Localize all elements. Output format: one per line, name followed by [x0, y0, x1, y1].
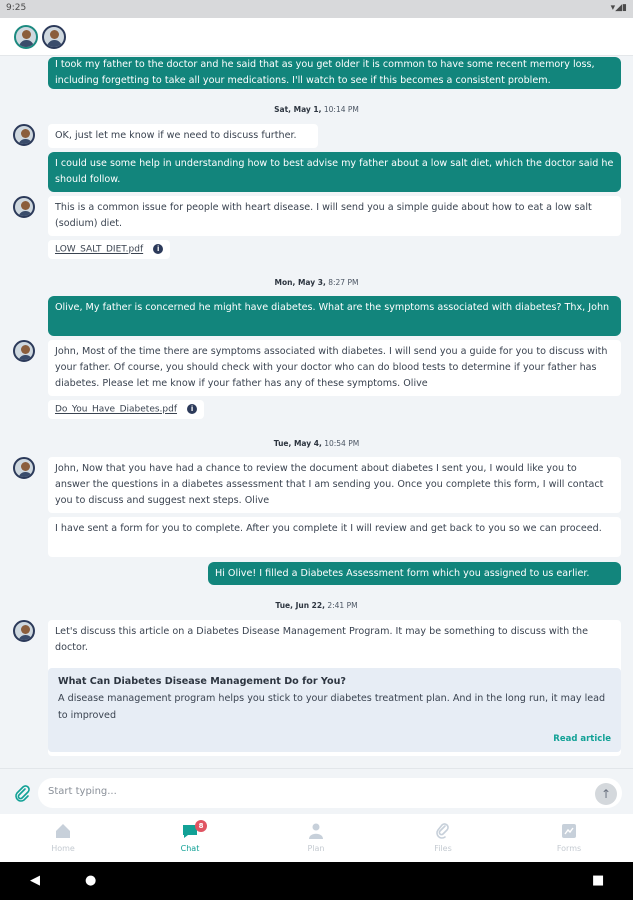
file-attachment[interactable]: Do_You_Have_Diabetes.pdf i [48, 400, 205, 419]
chat-message-outgoing: Olive, My father is concerned he might h… [48, 296, 621, 336]
bottom-tab-bar: Home 8 Chat Plan Files Forms [0, 814, 633, 862]
date-label: Mon, May 3, [274, 278, 326, 287]
forms-icon [560, 822, 578, 840]
arrow-up-icon: ↑ [600, 787, 612, 801]
tab-label: Chat [180, 844, 200, 853]
status-time: 9:25 [6, 3, 27, 13]
back-icon[interactable]: ◀ [30, 873, 40, 888]
date-separator: Mon, May 3, 8:27 PM [0, 278, 633, 287]
time-label: 8:27 PM [325, 278, 359, 287]
tab-label: Files [434, 844, 452, 853]
plan-icon [307, 822, 325, 840]
message-input[interactable]: Start typing... [38, 778, 622, 808]
info-icon[interactable]: i [153, 244, 164, 254]
info-icon[interactable]: i [187, 404, 198, 414]
date-separator: Sat, May 1, 10:14 PM [0, 105, 633, 114]
tab-plan[interactable]: Plan [286, 822, 346, 853]
advisor-avatar [13, 620, 35, 642]
article-excerpt: A disease management program helps you s… [58, 693, 606, 721]
article-card[interactable]: What Can Diabetes Disease Management Do … [48, 668, 621, 752]
tab-label: Plan [307, 844, 325, 853]
chat-message-incoming: John, Now that you have had a chance to … [48, 457, 621, 513]
advisor-avatar [13, 457, 35, 479]
file-name[interactable]: LOW_SALT_DIET.pdf [55, 245, 143, 255]
system-nav-bar: ◀ ● ■ [0, 862, 633, 900]
chat-message-incoming: This is a common issue for people with h… [48, 196, 621, 236]
read-article-link[interactable]: Read article [553, 734, 611, 744]
chat-message-incoming: OK, just let me know if we need to discu… [48, 124, 318, 148]
chat-header [0, 18, 633, 56]
files-icon [434, 822, 452, 840]
time-label: 10:54 PM [321, 439, 360, 448]
time-label: 2:41 PM [324, 601, 358, 610]
article-title: What Can Diabetes Disease Management Do … [58, 676, 346, 687]
time-label: 10:14 PM [321, 105, 359, 114]
home-circle-icon[interactable]: ● [85, 873, 96, 888]
chat-message-outgoing: I took my father to the doctor and he sa… [48, 57, 621, 89]
date-separator: Tue, May 4, 10:54 PM [0, 439, 633, 448]
chat-message-incoming: John, Most of the time there are symptom… [48, 340, 621, 396]
tab-label: Home [51, 844, 75, 853]
advisor-avatar[interactable] [14, 25, 38, 49]
date-label: Tue, Jun 22, [275, 601, 325, 610]
date-label: Tue, May 4, [273, 439, 322, 448]
recents-icon[interactable]: ■ [592, 873, 604, 888]
status-icons: ▾◢▮ [610, 3, 627, 13]
chat-message-outgoing: I could use some help in understanding h… [48, 152, 621, 192]
file-name[interactable]: Do_You_Have_Diabetes.pdf [55, 405, 177, 415]
unread-badge: 8 [195, 820, 207, 832]
tab-files[interactable]: Files [413, 822, 473, 853]
date-label: Sat, May 1, [274, 105, 322, 114]
chat-message-outgoing: Hi Olive! I filled a Diabetes Assessment… [208, 562, 621, 585]
paperclip-icon[interactable] [14, 784, 30, 806]
home-icon [54, 822, 72, 840]
date-separator: Tue, Jun 22, 2:41 PM [0, 601, 633, 610]
tab-label: Forms [556, 844, 582, 853]
advisor-avatar [13, 196, 35, 218]
tab-chat[interactable]: 8 Chat [160, 820, 220, 853]
advisor-avatar [13, 340, 35, 362]
tab-forms[interactable]: Forms [539, 822, 599, 853]
message-composer: Start typing... [0, 768, 633, 814]
tab-home[interactable]: Home [33, 822, 93, 853]
user-avatar[interactable] [42, 25, 66, 49]
file-attachment[interactable]: LOW_SALT_DIET.pdf i [48, 240, 171, 259]
chat-thread[interactable]: I took my father to the doctor and he sa… [0, 57, 633, 768]
advisor-avatar [13, 124, 35, 146]
chat-message-incoming: I have sent a form for you to complete. … [48, 517, 621, 557]
status-bar: 9:25 ▾◢▮ [0, 0, 633, 18]
send-button[interactable]: ↑ [595, 783, 617, 805]
